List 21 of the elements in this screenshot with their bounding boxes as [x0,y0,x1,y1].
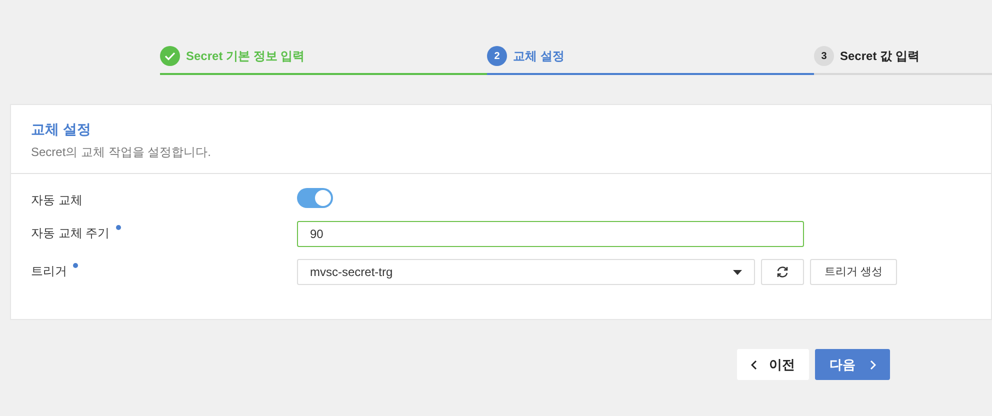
field-label: 트리거 [31,263,67,280]
step-number: 2 [487,46,507,66]
step-label: Secret 기본 정보 입력 [186,48,305,65]
next-button[interactable]: 다음 [815,349,890,380]
step-number: 3 [814,46,834,66]
field-label: 자동 교체 [31,192,82,209]
panel-description: Secret의 교체 작업을 설정합니다. [31,144,212,161]
previous-button[interactable]: 이전 [737,349,809,380]
create-trigger-button[interactable]: 트리거 생성 [810,259,897,285]
chevron-left-icon [751,360,757,370]
chevron-right-icon [870,360,876,370]
step-label: Secret 값 입력 [840,48,920,65]
refresh-icon [776,266,789,278]
panel-title: 교체 설정 [31,120,92,139]
toggle-switch[interactable] [297,188,333,208]
input-field[interactable]: 90 [297,221,804,247]
refresh-button[interactable] [761,259,804,285]
caret-icon [733,270,742,274]
step-label: 교체 설정 [513,48,564,65]
select-dropdown[interactable]: mvsc-secret-trg [297,259,755,285]
field-label: 자동 교체 주기 [31,225,110,242]
